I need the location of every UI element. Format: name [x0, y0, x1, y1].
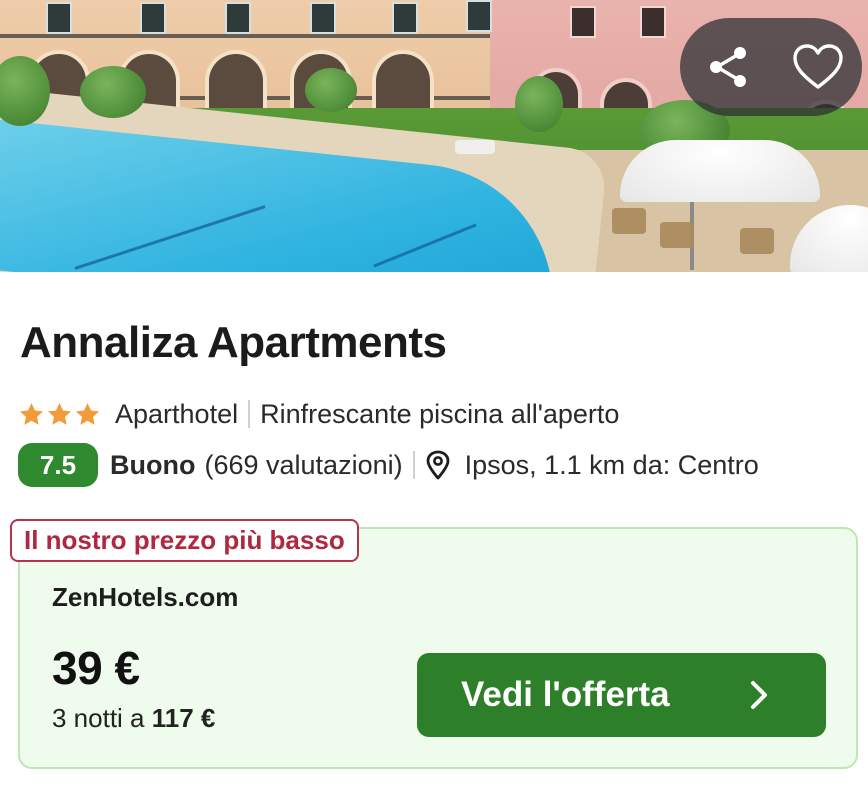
provider-name: ZenHotels.com: [52, 582, 239, 612]
nightly-price: 39 €: [52, 642, 140, 694]
view-offer-label: Vedi l'offerta: [461, 675, 670, 714]
property-type: Aparthotel: [115, 398, 239, 429]
star-icon: [48, 402, 71, 425]
location-text[interactable]: Ipsos, 1.1 km da: Centro: [465, 450, 759, 481]
divider: [412, 451, 415, 479]
property-highlight: Rinfrescante piscina all'aperto: [260, 398, 620, 429]
hotel-name: Annaliza Apartments: [20, 318, 447, 367]
view-offer-button[interactable]: Vedi l'offerta: [417, 653, 826, 737]
rating-word: Buono: [110, 449, 196, 480]
rating-count[interactable]: (669 valutazioni): [204, 450, 402, 481]
nights-label: 3 notti a: [52, 703, 145, 733]
favorite-button[interactable]: [792, 41, 844, 93]
hotel-meta: Aparthotel Rinfrescante piscina all'aper…: [18, 397, 619, 431]
lowest-price-badge: Il nostro prezzo più basso: [10, 519, 359, 562]
parasol: [620, 140, 820, 202]
total-price: 117 €: [151, 703, 216, 733]
share-button[interactable]: [702, 41, 754, 93]
rating-row: 7.5 Buono (669 valutazioni) Ipsos, 1.1 k…: [18, 443, 759, 487]
photo-actions: [680, 18, 862, 116]
hotel-photo[interactable]: [0, 0, 868, 272]
star-icon: [76, 402, 99, 425]
star-rating: [18, 401, 101, 428]
divider: [248, 400, 251, 428]
star-icon: [20, 402, 43, 425]
heart-icon: [793, 44, 843, 89]
rating-score-badge: 7.5: [18, 443, 98, 487]
location-pin-icon: [426, 450, 450, 480]
share-icon: [710, 47, 746, 87]
chevron-right-icon: [751, 681, 767, 709]
total-price-line: 3 notti a 117 €: [52, 703, 215, 734]
